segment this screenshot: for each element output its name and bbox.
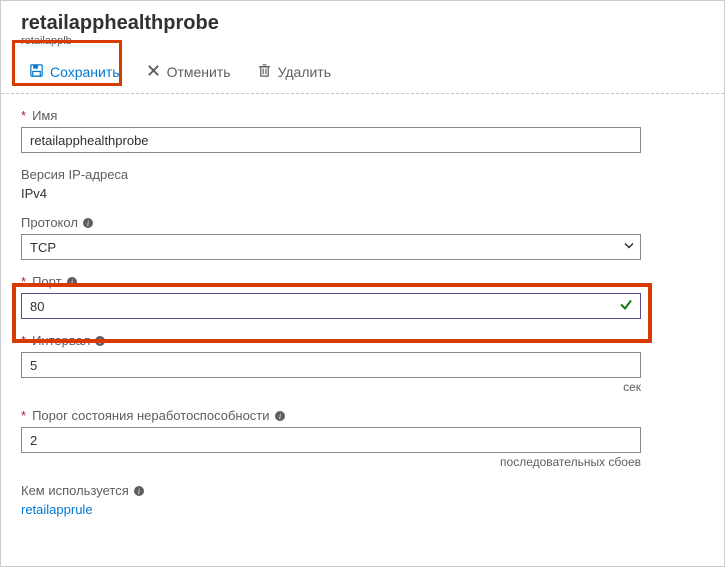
name-label: * Имя (21, 108, 704, 123)
trash-icon (257, 63, 272, 81)
required-mark: * (21, 108, 26, 123)
threshold-label: * Порог состояния неработоспособности i (21, 408, 704, 423)
svg-text:i: i (87, 219, 89, 228)
info-icon[interactable]: i (274, 410, 286, 422)
interval-suffix: сек (21, 380, 641, 394)
svg-text:i: i (99, 337, 101, 346)
info-icon[interactable]: i (94, 335, 106, 347)
form-body: * Имя Версия IP-адреса IPv4 Протокол i *… (1, 94, 724, 551)
info-icon[interactable]: i (82, 217, 94, 229)
delete-button[interactable]: Удалить (249, 59, 339, 85)
ipversion-label: Версия IP-адреса (21, 167, 704, 182)
interval-input[interactable] (21, 352, 641, 378)
name-input[interactable] (21, 127, 641, 153)
svg-text:i: i (70, 278, 72, 287)
save-label: Сохранить (50, 64, 120, 80)
delete-label: Удалить (278, 64, 331, 80)
parent-resource: retailapplb (21, 35, 704, 47)
close-icon (146, 63, 161, 81)
threshold-input[interactable] (21, 427, 641, 453)
port-input[interactable] (21, 293, 641, 319)
toolbar: Сохранить Отменить Удалить (1, 53, 724, 94)
usedby-link[interactable]: retailapprule (21, 502, 93, 517)
save-button[interactable]: Сохранить (21, 59, 128, 85)
svg-text:i: i (278, 412, 280, 421)
protocol-select[interactable] (21, 234, 641, 260)
threshold-suffix: последовательных сбоев (21, 455, 641, 469)
required-mark: * (21, 408, 26, 423)
required-mark: * (21, 333, 26, 348)
required-mark: * (21, 274, 26, 289)
port-label: * Порт i (21, 274, 704, 289)
svg-text:i: i (138, 487, 140, 496)
save-icon (29, 63, 44, 81)
info-icon[interactable]: i (66, 276, 78, 288)
cancel-label: Отменить (167, 64, 231, 80)
cancel-button[interactable]: Отменить (138, 59, 239, 85)
ipversion-value: IPv4 (21, 186, 704, 201)
page-title: retailapphealthprobe (21, 11, 704, 35)
usedby-label: Кем используется i (21, 483, 704, 498)
info-icon[interactable]: i (133, 485, 145, 497)
interval-label: * Интервал i (21, 333, 704, 348)
protocol-label: Протокол i (21, 215, 704, 230)
